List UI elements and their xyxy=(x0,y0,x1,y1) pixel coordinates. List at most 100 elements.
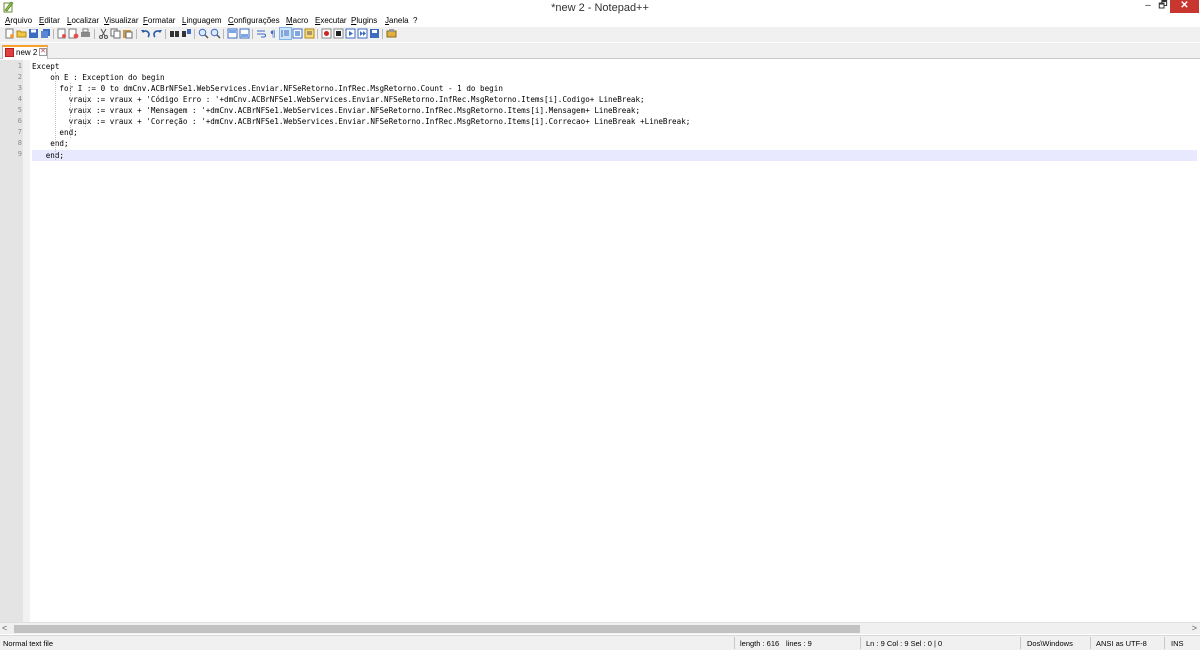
title-bar: *new 2 - Notepad++ – 🗗 ✕ xyxy=(0,0,1200,15)
toolbar-separator xyxy=(317,29,318,39)
zoom-in-icon[interactable] xyxy=(198,28,209,39)
menu-janela[interactable]: Janela xyxy=(385,15,409,26)
document-map-icon[interactable] xyxy=(304,28,315,39)
toolbar-separator xyxy=(53,29,54,39)
indent-guide xyxy=(70,83,71,138)
status-separator xyxy=(734,637,735,649)
open-file-icon[interactable] xyxy=(16,28,27,39)
find-icon[interactable] xyxy=(169,28,180,39)
menu-visualizar[interactable]: Visualizar xyxy=(104,15,139,26)
menu-linguagem[interactable]: Linguagem xyxy=(182,15,222,26)
toolbar-separator xyxy=(136,29,137,39)
code-line[interactable]: end; xyxy=(32,138,1197,149)
line-number: 8 xyxy=(17,139,22,147)
sync-vertical-icon[interactable] xyxy=(227,28,238,39)
menu-configuracoes[interactable]: Configurações xyxy=(228,15,280,26)
toolbar-separator xyxy=(94,29,95,39)
save-macro-icon[interactable] xyxy=(369,28,380,39)
tab-label: new 2 xyxy=(16,48,38,57)
code-line[interactable]: on E : Exception do begin xyxy=(32,72,1197,83)
window-title: *new 2 - Notepad++ xyxy=(551,2,649,14)
play-macro-icon[interactable] xyxy=(345,28,356,39)
line-number-gutter: 1 2 3 4 5 6 7 8 9 xyxy=(0,60,30,622)
status-separator xyxy=(1090,637,1091,649)
menu-bar: Arquivo Editar Localizar Visualizar Form… xyxy=(0,15,1200,27)
menu-help[interactable]: ? xyxy=(413,15,417,26)
redo-icon[interactable] xyxy=(152,28,163,39)
menu-executar[interactable]: Executar xyxy=(315,15,347,26)
line-number: 6 xyxy=(17,117,22,125)
line-number: 9 xyxy=(17,150,22,158)
menu-plugins[interactable]: Plugins xyxy=(351,15,377,26)
stop-record-icon[interactable] xyxy=(333,28,344,39)
status-lines: lines : 9 xyxy=(786,639,812,648)
cut-icon[interactable] xyxy=(98,28,109,39)
menu-editar[interactable]: Editar xyxy=(39,15,60,26)
zoom-out-icon[interactable] xyxy=(210,28,221,39)
status-insert-mode[interactable]: INS xyxy=(1171,638,1184,649)
status-encoding[interactable]: ANSI as UTF-8 xyxy=(1096,638,1147,649)
plugin-icon[interactable] xyxy=(386,28,397,39)
line-number: 4 xyxy=(17,95,22,103)
menu-localizar[interactable]: Localizar xyxy=(67,15,99,26)
copy-icon[interactable] xyxy=(110,28,121,39)
line-number: 5 xyxy=(17,106,22,114)
toolbar-separator xyxy=(252,29,253,39)
code-line[interactable]: for I := 0 to dmCnv.ACBrNFSe1.WebService… xyxy=(32,83,1197,94)
line-number: 2 xyxy=(17,73,22,81)
code-line[interactable]: vraux := vraux + 'Mensagem : '+dmCnv.ACB… xyxy=(32,105,1197,116)
status-separator xyxy=(1020,637,1021,649)
svg-text:¶: ¶ xyxy=(270,30,276,39)
line-number: 3 xyxy=(17,84,22,92)
indent-guide xyxy=(85,94,86,127)
toolbar-separator xyxy=(194,29,195,39)
record-macro-icon[interactable] xyxy=(321,28,332,39)
tab-close-icon[interactable]: ✕ xyxy=(39,48,47,56)
scroll-left-icon[interactable]: < xyxy=(2,623,7,633)
scroll-right-icon[interactable]: > xyxy=(1192,623,1197,633)
print-icon[interactable] xyxy=(80,28,91,39)
code-line[interactable]: Except xyxy=(32,61,1197,72)
status-file-type: Normal text file xyxy=(3,639,54,648)
new-file-icon[interactable] xyxy=(4,28,15,39)
word-wrap-icon[interactable] xyxy=(256,28,267,39)
save-all-icon[interactable] xyxy=(40,28,51,39)
toolbar: ¶ xyxy=(0,27,1200,42)
unsaved-document-icon xyxy=(5,48,14,57)
status-cursor-position: Ln : 9 Col : 9 Sel : 0 | 0 xyxy=(866,639,943,648)
indent-guide-icon[interactable] xyxy=(279,27,292,40)
run-macro-multiple-icon[interactable] xyxy=(357,28,368,39)
toolbar-separator xyxy=(223,29,224,39)
line-number: 1 xyxy=(17,62,22,70)
show-all-chars-icon[interactable]: ¶ xyxy=(268,28,279,39)
tab-bar: new 2 ✕ xyxy=(0,43,1200,59)
status-separator xyxy=(860,637,861,649)
paste-icon[interactable] xyxy=(122,28,133,39)
toolbar-separator xyxy=(165,29,166,39)
scrollbar-thumb[interactable] xyxy=(14,625,860,633)
save-icon[interactable] xyxy=(28,28,39,39)
fold-margin[interactable] xyxy=(23,60,30,622)
replace-icon[interactable] xyxy=(181,28,192,39)
close-all-icon[interactable] xyxy=(68,28,79,39)
minimize-button[interactable]: – xyxy=(1141,0,1155,13)
status-eol[interactable]: Dos\Windows xyxy=(1027,638,1073,649)
code-line[interactable]: vraux := vraux + 'Correção : '+dmCnv.ACB… xyxy=(32,116,1197,127)
sync-horizontal-icon[interactable] xyxy=(239,28,250,39)
tab-new-2[interactable]: new 2 ✕ xyxy=(2,45,48,59)
code-line[interactable]: end; xyxy=(32,127,1197,138)
toolbar-separator xyxy=(382,29,383,39)
current-code-line[interactable]: end; xyxy=(32,150,1197,162)
close-button[interactable]: ✕ xyxy=(1170,0,1199,13)
code-line[interactable]: vraux := vraux + 'Código Erro : '+dmCnv.… xyxy=(32,94,1197,105)
close-icon[interactable] xyxy=(56,28,67,39)
menu-macro[interactable]: Macro xyxy=(286,15,308,26)
menu-formatar[interactable]: Formatar xyxy=(143,15,175,26)
status-length: length : 616 xyxy=(740,639,780,648)
menu-arquivo[interactable]: Arquivo xyxy=(5,15,32,26)
horizontal-scrollbar[interactable]: < > xyxy=(0,622,1200,634)
undo-icon[interactable] xyxy=(140,28,151,39)
maximize-button[interactable]: 🗗 xyxy=(1156,0,1170,13)
editor-area[interactable]: 1 2 3 4 5 6 7 8 9 Except on E : Exceptio… xyxy=(0,60,1200,622)
user-language-icon[interactable] xyxy=(292,28,303,39)
